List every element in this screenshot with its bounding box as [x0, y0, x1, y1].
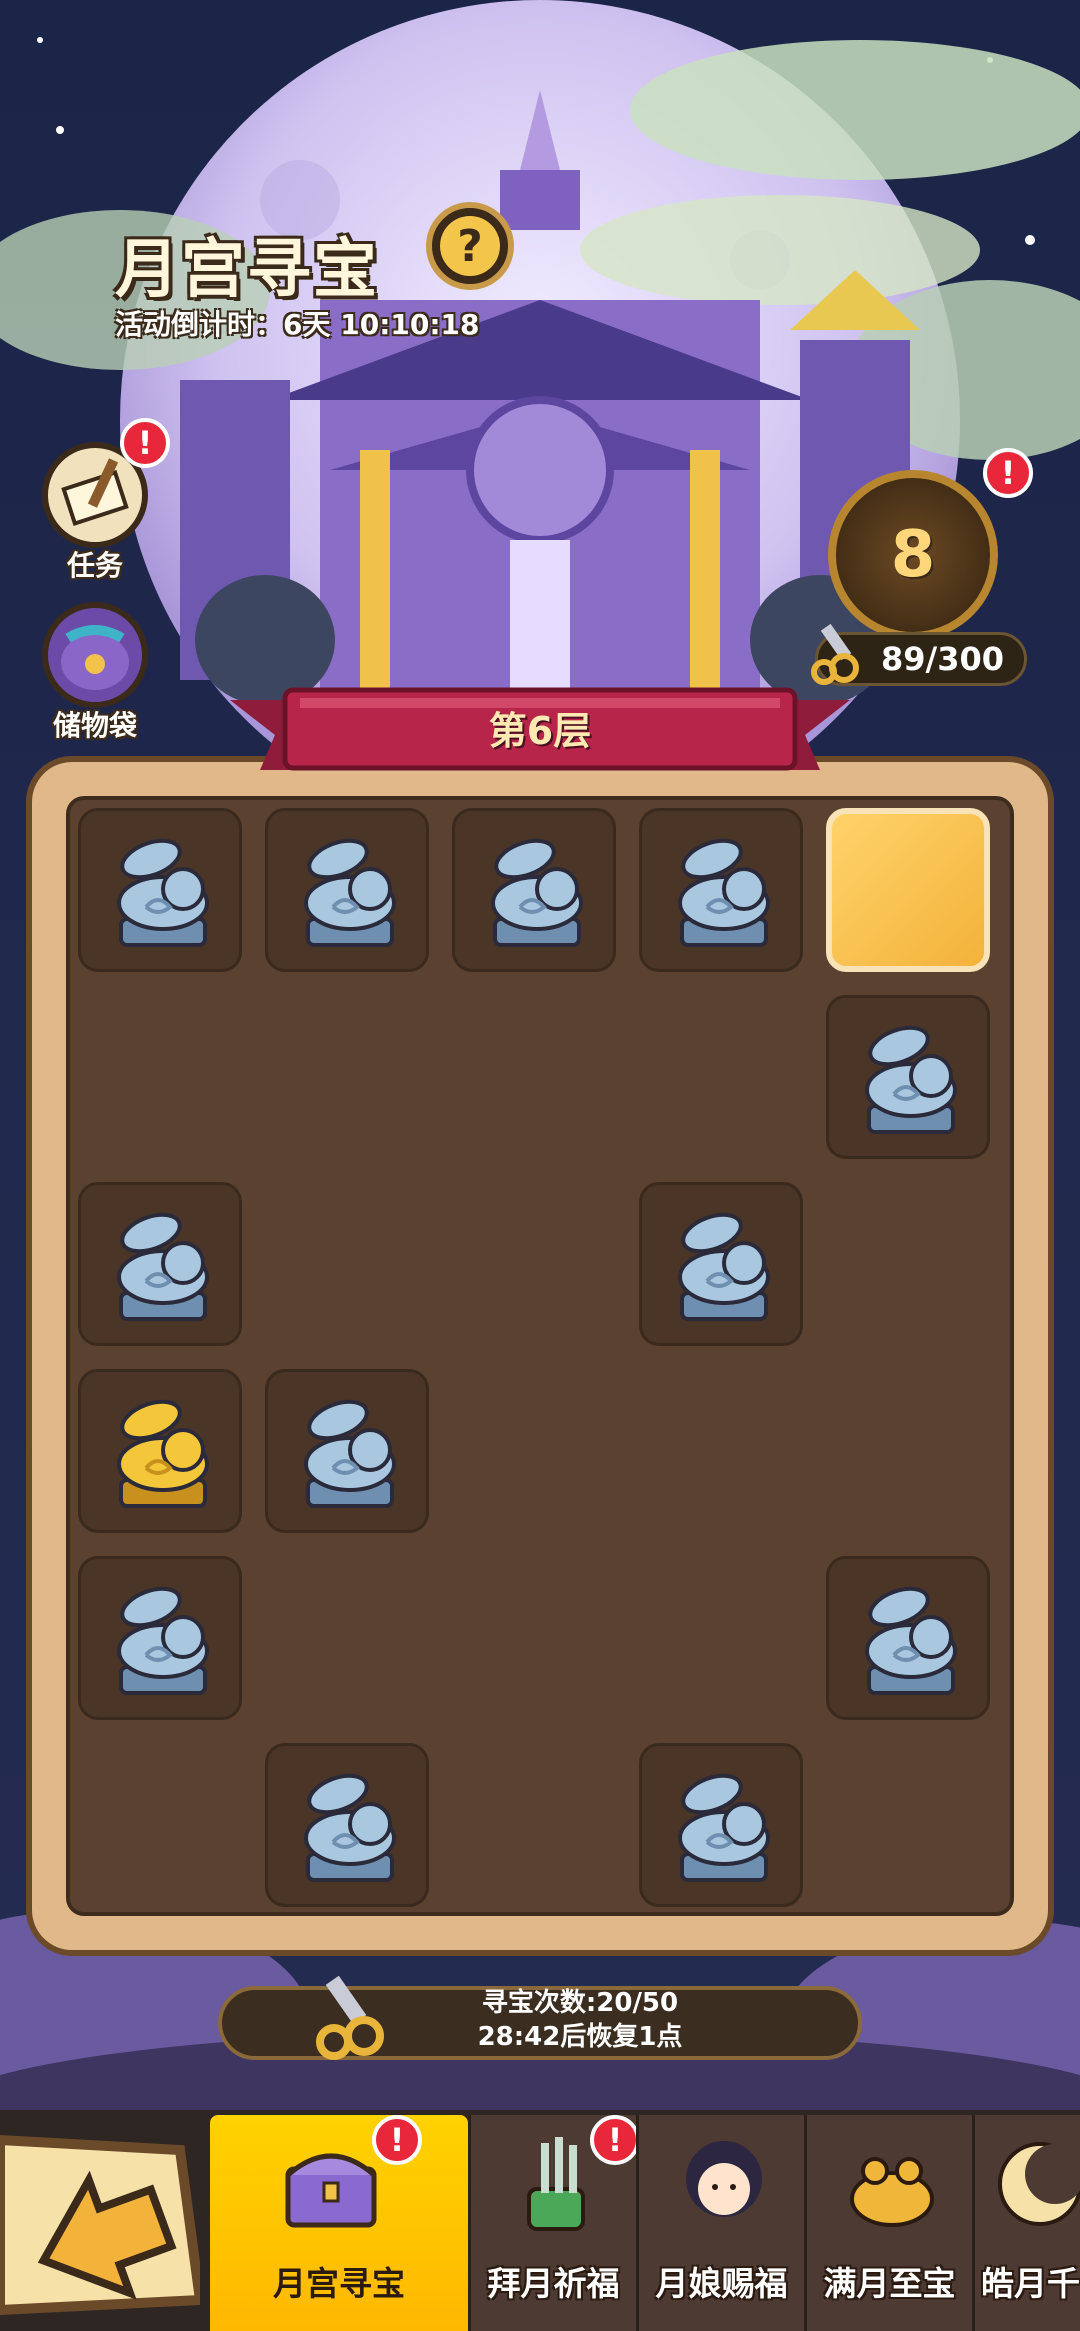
tab-bright-moon[interactable]: 皓月千: [972, 2115, 1080, 2331]
tab-label: 满月至宝: [823, 2264, 956, 2303]
tab-full-moon-treasure[interactable]: 满月至宝: [804, 2115, 972, 2331]
jade-rabbit-statue-icon: [678, 838, 770, 947]
tab-label: 拜月祈福: [487, 2264, 620, 2303]
tab-moon-maiden-blessing[interactable]: 月娘赐福: [636, 2115, 804, 2331]
task-alert-badge: !: [120, 418, 170, 468]
dig-recover-timer: 28:42后恢复1点: [477, 2022, 683, 2052]
jade-rabbit-statue-icon: [304, 1773, 396, 1882]
board-cell[interactable]: [78, 808, 242, 972]
board-cell[interactable]: [826, 1556, 990, 1720]
board-cell[interactable]: [78, 1556, 242, 1720]
storage-bag-button[interactable]: 储物袋: [30, 600, 160, 744]
storage-bag-label: 储物袋: [52, 709, 137, 742]
dig-count: 寻宝次数:20/50: [481, 1988, 679, 2018]
jade-rabbit-statue-icon: [304, 838, 396, 947]
moon-rabbit-icon: [998, 2142, 1080, 2226]
board-cell[interactable]: [639, 808, 803, 972]
board-cell[interactable]: [452, 808, 616, 972]
board-cell[interactable]: [265, 1369, 429, 1533]
jade-rabbit-statue-icon: [117, 1212, 209, 1321]
tab-label: 月娘赐福: [655, 2264, 788, 2303]
shovel-count-text: 89/300: [880, 640, 1004, 678]
golden-toad-icon: [850, 2157, 934, 2227]
tab-alert-badge: !: [590, 2115, 640, 2165]
moon-maiden-icon: [686, 2141, 762, 2217]
back-arrow-icon[interactable]: [0, 2130, 200, 2320]
board-cell[interactable]: [78, 1369, 242, 1533]
layer-medal[interactable]: 8: [828, 470, 998, 640]
gold-rabbit-statue-icon: [117, 1399, 209, 1508]
jade-rabbit-statue-icon: [678, 1212, 770, 1321]
board-cell[interactable]: [639, 1182, 803, 1346]
help-button[interactable]: ?: [426, 202, 514, 290]
board-cell[interactable]: [639, 1743, 803, 1907]
task-label: 任务: [66, 549, 123, 582]
board-cell[interactable]: [826, 995, 990, 1159]
board-cell[interactable]: [265, 808, 429, 972]
jade-rabbit-statue-icon: [491, 838, 583, 947]
treasure-chest-icon: [285, 2153, 377, 2228]
jade-rabbit-statue-icon: [865, 1586, 957, 1695]
jade-rabbit-statue-icon: [678, 1773, 770, 1882]
dig-info-text: 寻宝次数:20/50 28:42后恢复1点: [380, 1986, 780, 2054]
floor-label: 第6层: [488, 708, 592, 753]
board-grid: [66, 796, 1014, 1916]
tab-moon-palace-treasure[interactable]: 月宫寻宝: [210, 2115, 468, 2331]
tab-label: 月宫寻宝: [273, 2264, 405, 2303]
page-title: 月宫寻宝: [115, 233, 379, 307]
treasure-board: [26, 756, 1054, 1956]
event-countdown: 活动倒计时：6天 10:10:18: [115, 308, 480, 341]
jade-rabbit-statue-icon: [117, 838, 209, 947]
board-cell[interactable]: [78, 1182, 242, 1346]
gold-dig-tile[interactable]: [826, 808, 990, 972]
tab-alert-badge: !: [372, 2115, 422, 2165]
medal-alert-badge: !: [983, 448, 1033, 498]
question-mark-icon: ?: [440, 216, 500, 276]
jade-rabbit-statue-icon: [117, 1586, 209, 1695]
board-cell[interactable]: [265, 1743, 429, 1907]
jade-rabbit-statue-icon: [304, 1399, 396, 1508]
pouch-icon: [42, 602, 148, 708]
tab-label: 皓月千: [981, 2264, 1080, 2303]
jade-rabbit-statue-icon: [865, 1025, 957, 1134]
